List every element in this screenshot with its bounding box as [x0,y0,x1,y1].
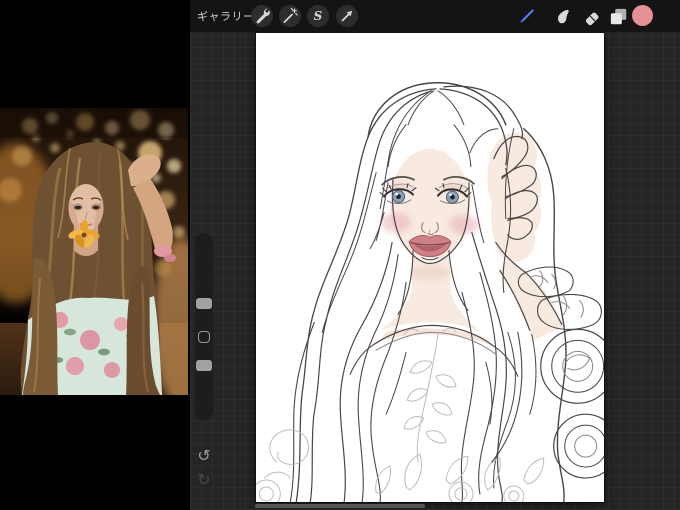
undo-icon: ↺ [197,448,211,465]
paintbrush-icon [520,9,534,23]
home-indicator[interactable] [255,504,425,508]
floral-pattern [375,327,545,502]
actions-button[interactable] [251,5,273,27]
selection-button[interactable]: S [307,5,329,27]
smudge-finger-icon [558,9,569,24]
brush-sidebar[interactable] [195,233,213,420]
layers-icon [610,8,627,25]
adjustments-button[interactable] [279,5,301,27]
skin-shading [376,132,564,347]
transform-arrow-icon [341,10,353,22]
line-art-portrait [256,82,604,502]
opacity-slider[interactable] [196,360,212,371]
reference-photo [0,108,188,395]
layers-button[interactable] [606,4,630,28]
magic-wand-icon [283,7,298,23]
gallery-button[interactable]: ギャラリー [197,0,255,32]
color-swatch-circle[interactable] [632,5,653,26]
procreate-pane: ギャラリー S ↺ ↻ [190,0,680,510]
erase-tool-button[interactable] [580,4,604,28]
brush-size-slider[interactable] [196,298,212,309]
redo-button[interactable]: ↻ [194,471,214,491]
redo-icon: ↻ [197,472,211,489]
top-vignette [0,108,188,138]
modify-button[interactable] [198,331,210,343]
eraser-icon [585,12,599,26]
transform-button[interactable] [336,5,358,27]
gallery-label: ギャラリー [197,11,255,23]
reference-pane [0,0,190,510]
reference-photo-image [0,108,188,395]
smudge-tool-button[interactable] [551,4,575,28]
selection-s-icon: S [313,9,323,23]
screen: ギャラリー S ↺ ↻ [0,0,680,510]
topbar: ギャラリー S [190,0,680,32]
drawing-canvas[interactable] [256,33,604,502]
wrench-icon [256,8,270,24]
paint-tool-button[interactable] [515,4,539,28]
canvas-surround [190,32,680,510]
undo-button[interactable]: ↺ [194,447,214,467]
